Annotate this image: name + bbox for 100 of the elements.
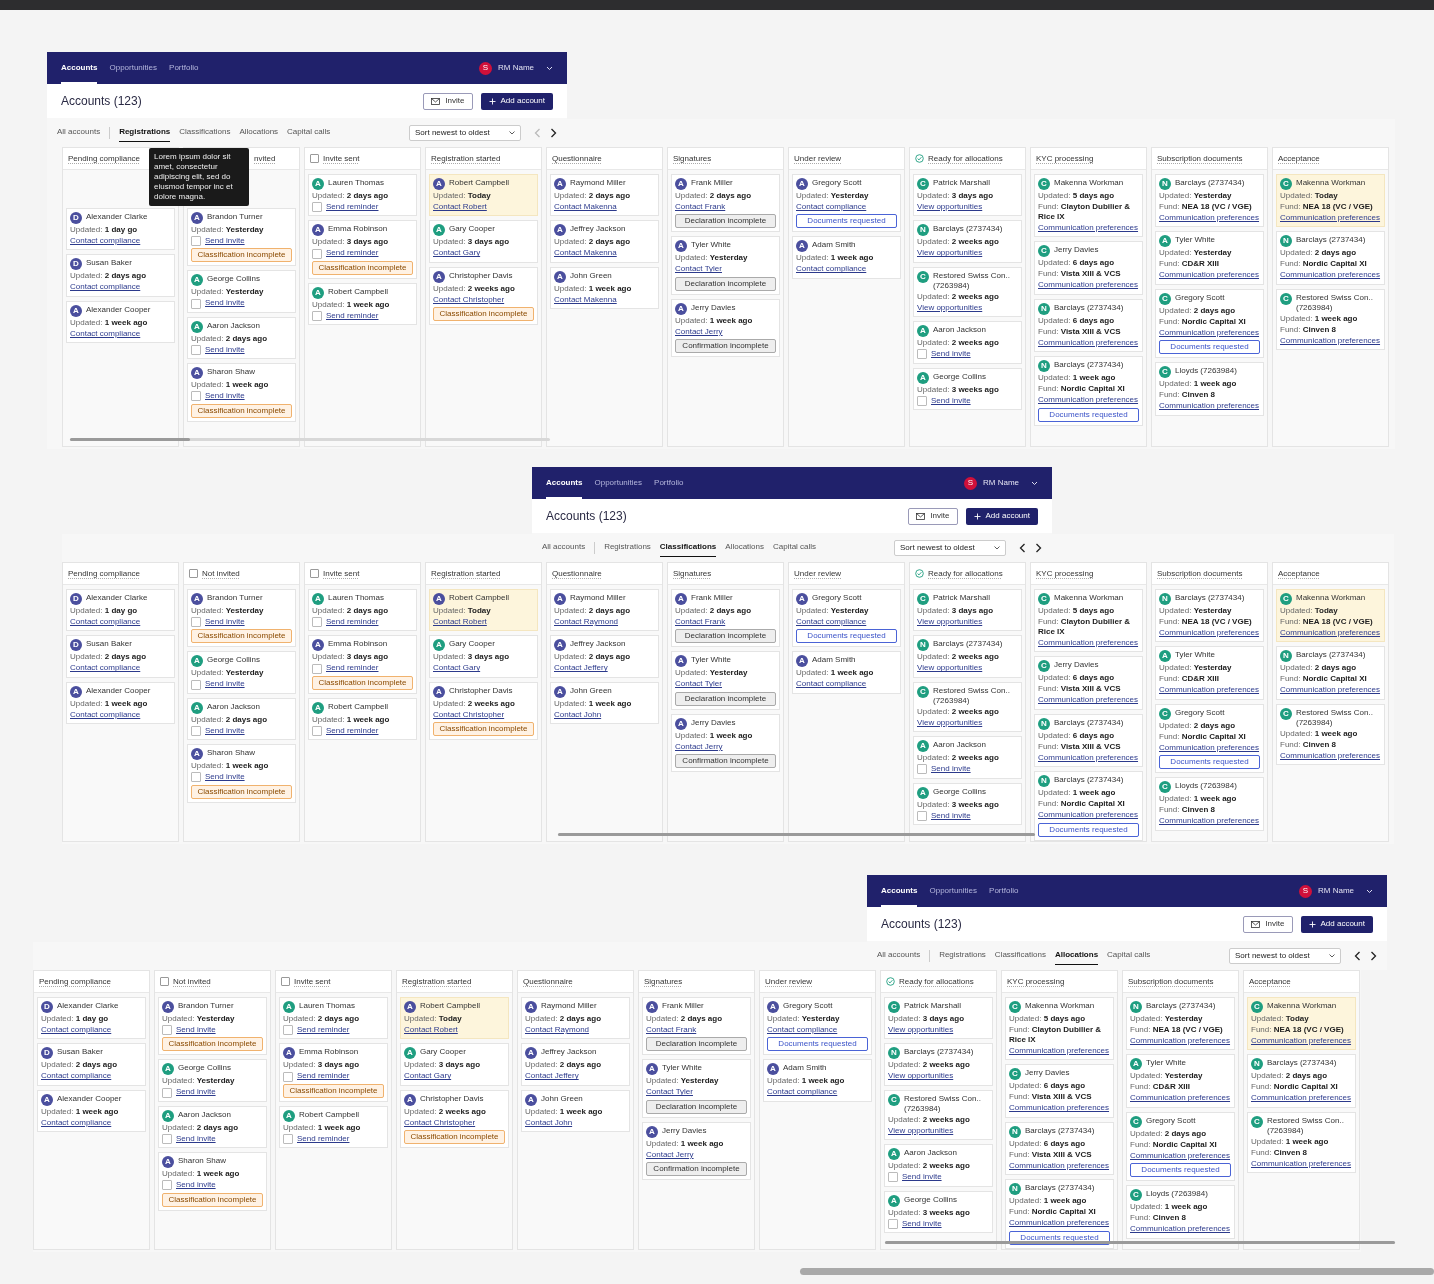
account-card[interactable]: A Jerry Davies Updated: 1 week ago Contact Jerry Confirmation incomplete [671,298,780,358]
account-card[interactable]: N Barclays (2737434) Updated: Yesterday Fund: NEA 18 (VC / VGE) Communication preferences [1126,997,1235,1051]
card-link[interactable]: View opportunities [917,302,983,314]
account-card[interactable]: C Makenna Workman Updated: 5 days ago Fund: Clayton Dubilier & Rice IX Communication preferences [1034,174,1143,238]
account-card[interactable]: A Alexander Cooper Updated: 1 week ago Contact compliance [37,1089,146,1133]
checkbox[interactable] [312,310,322,321]
account-card[interactable]: A Jeffrey Jackson Updated: 2 days ago Contact Jeffery [521,1043,630,1086]
next-icon[interactable] [1035,542,1042,553]
account-card[interactable]: A Sharon Shaw Updated: 1 week ago Send invite Classification incomplete [187,363,296,422]
account-card[interactable]: C Lloyds (7263984) Updated: 1 week ago Fund: Cinven 8 Communication preferences [1155,777,1264,831]
checkbox[interactable] [191,679,201,690]
card-link[interactable]: Contact Tyler [646,1087,693,1098]
nav-link[interactable]: Portfolio [654,467,684,499]
card-link[interactable]: View opportunities [888,1125,954,1137]
account-card[interactable]: A Alexander Cooper Updated: 1 week ago Contact compliance [66,300,175,344]
card-link[interactable]: Send invite [931,349,971,360]
card-link[interactable]: Communication preferences [1130,1036,1231,1047]
card-link[interactable]: Contact Robert [404,1025,458,1036]
card-link[interactable]: Contact Jeffery [525,1071,579,1082]
account-card[interactable]: A Frank Miller Updated: 2 days ago Contact Frank Declaration incomplete [671,174,780,233]
checkbox[interactable] [191,344,201,355]
scrollbar[interactable] [885,1241,1395,1244]
card-link[interactable]: Communication preferences [1130,1093,1231,1104]
account-card[interactable]: A Adam Smith Updated: 1 week ago Contact compliance [792,651,901,694]
nav-link[interactable]: Portfolio [169,52,199,84]
tab[interactable]: Capital calls [1107,946,1151,965]
card-link[interactable]: Contact Frank [675,202,726,213]
card-link[interactable]: Communication preferences [1159,742,1260,754]
checkbox[interactable] [191,298,201,309]
account-card[interactable]: A John Green Updated: 1 week ago Contact John [550,681,659,725]
account-card[interactable]: A Tyler White Updated: Yesterday Fund: CD&R XIII Communication preferences [1155,646,1264,700]
tab[interactable]: All accounts [57,123,101,142]
card-link[interactable]: View opportunities [917,202,983,213]
account-card[interactable]: A George Collins Updated: 3 weeks ago Send invite [884,1190,993,1233]
tab[interactable]: Allocations [239,123,279,142]
account-card[interactable]: N Barclays (2737434) Updated: 2 weeks ago View opportunities [913,635,1022,678]
card-link[interactable]: Contact compliance [41,1071,112,1082]
card-link[interactable]: Send reminder [326,310,379,322]
account-card[interactable]: C Patrick Marshall Updated: 3 days ago View opportunities [913,589,1022,632]
account-card[interactable]: N Barclays (2737434) Updated: 1 week ago Fund: Nordic Capital XI Communication preferences Documents requested [1034,771,1143,841]
account-card[interactable]: C Gregory Scott Updated: 2 days ago Fund: Nordic Capital XI Communication preferences Documents requested [1155,703,1264,774]
card-link[interactable]: Contact compliance [796,202,867,213]
account-card[interactable]: A Tyler White Updated: Yesterday Contact Tyler Declaration incomplete [671,651,780,710]
card-link[interactable]: Send reminder [297,1133,350,1145]
card-link[interactable]: Send invite [176,1087,216,1098]
card-link[interactable]: Contact compliance [70,617,141,628]
account-card[interactable]: A Robert Campbell Updated: Today Contact Robert [429,589,538,632]
account-card[interactable]: A Frank Miller Updated: 2 days ago Contact Frank Declaration incomplete [671,589,780,648]
user-name[interactable]: RM Name [983,477,1019,489]
account-card[interactable]: A Robert Campbell Updated: Today Contact Robert [429,174,538,217]
account-card[interactable]: A Robert Campbell Updated: 1 week ago Send reminder [279,1105,388,1149]
account-card[interactable]: N Barclays (2737434) Updated: Yesterday Fund: NEA 18 (VC / VGE) Communication preferences [1155,174,1264,228]
account-card[interactable]: A Frank Miller Updated: 2 days ago Contact Frank Declaration incomplete [642,997,751,1056]
checkbox[interactable] [281,977,290,986]
account-card[interactable]: A Aaron Jackson Updated: 2 days ago Send invite [187,697,296,741]
card-link[interactable]: Send reminder [297,1071,350,1082]
card-link[interactable]: Communication preferences [1159,685,1260,696]
next-icon[interactable] [1370,950,1377,961]
scrollbar[interactable] [558,833,1035,836]
card-link[interactable]: Contact Gary [404,1071,452,1082]
card-link[interactable]: Send invite [205,236,245,247]
account-card[interactable]: D Susan Baker Updated: 2 days ago Contact compliance [66,254,175,297]
account-card[interactable]: A Aaron Jackson Updated: 2 weeks ago Send invite [913,736,1022,779]
account-card[interactable]: C Makenna Workman Updated: Today Fund: NEA 18 (VC / VGE) Communication preferences [1276,589,1385,643]
card-link[interactable]: Communication preferences [1251,1036,1352,1047]
tab[interactable]: All accounts [542,538,586,557]
account-card[interactable]: A Jerry Davies Updated: 1 week ago Contact Jerry Confirmation incomplete [671,713,780,773]
checkbox[interactable] [917,810,927,821]
account-card[interactable]: A Brandon Turner Updated: Yesterday Send invite Classification incomplete [158,997,267,1056]
account-card[interactable]: A John Green Updated: 1 week ago Contact John [521,1089,630,1133]
checkbox[interactable] [888,1172,898,1183]
checkbox[interactable] [191,391,201,402]
checkbox[interactable] [312,248,322,259]
card-link[interactable]: Contact compliance [70,709,141,721]
checkbox[interactable] [917,349,927,360]
card-link[interactable]: Contact Raymond [525,1025,590,1036]
account-card[interactable]: N Barclays (2737434) Updated: 2 days ago Fund: Nordic Capital XI Communication preferences [1276,646,1385,700]
card-link[interactable]: Communication preferences [1130,1150,1231,1162]
invite-button[interactable]: Invite [423,92,473,110]
account-card[interactable]: N Barclays (2737434) Updated: 6 days ago Fund: Vista XIII & VCS Communication preferences [1005,1121,1114,1176]
account-card[interactable]: A George Collins Updated: Yesterday Send invite [187,270,296,313]
account-card[interactable]: A Tyler White Updated: Yesterday Contact Tyler Declaration incomplete [642,1059,751,1118]
tab[interactable]: Classifications [659,538,717,557]
card-link[interactable]: Contact Jeffery [554,663,608,674]
account-card[interactable]: A Adam Smith Updated: 1 week ago Contact compliance [763,1059,872,1102]
card-link[interactable]: Communication preferences [1280,685,1381,696]
checkbox[interactable] [888,1218,898,1229]
card-link[interactable]: View opportunities [917,617,983,628]
account-card[interactable]: A Raymond Miller Updated: 2 days ago Contact Raymond [550,589,659,632]
card-link[interactable]: View opportunities [888,1071,954,1082]
card-link[interactable]: View opportunities [888,1025,954,1036]
card-link[interactable]: Contact Gary [433,248,481,259]
card-link[interactable]: Send invite [931,395,971,406]
card-link[interactable]: Send invite [205,391,245,402]
card-link[interactable]: Communication preferences [1280,628,1381,639]
checkbox[interactable] [191,236,201,247]
caret-icon[interactable] [546,65,553,71]
account-card[interactable]: A Brandon Turner Updated: Yesterday Send invite Classification incomplete [187,589,296,648]
account-card[interactable]: A Gregory Scott Updated: Yesterday Contact compliance Documents requested [792,174,901,233]
card-link[interactable]: Contact compliance [70,328,141,340]
